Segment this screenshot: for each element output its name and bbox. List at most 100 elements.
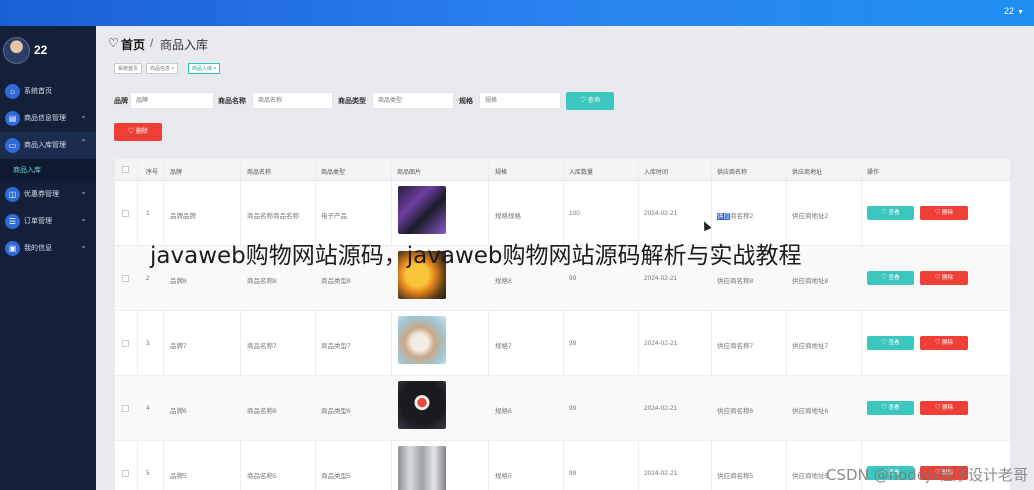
chevron-up-icon: ⌃ (80, 138, 87, 147)
view-button[interactable]: ♡ 查看 (867, 271, 914, 285)
cell-brand: 品牌品牌 (170, 213, 196, 220)
order-icon: ☰ (5, 214, 20, 229)
row-checkbox[interactable] (122, 275, 129, 282)
ticket-icon: ◫ (5, 187, 20, 202)
sidebar-item-home[interactable]: ⌂ 系统首页 (0, 78, 96, 105)
row-checkbox[interactable] (122, 470, 129, 477)
brand-label: 品牌 (114, 98, 128, 105)
search-bar: 品牌 商品名称 商品类型 规格 ♡ 查询 (97, 90, 1034, 114)
spec-input[interactable] (479, 92, 561, 109)
home-icon: ⌂ (5, 84, 20, 99)
cell-no: 2 (146, 275, 150, 282)
cell-address: 供应商地址7 (792, 343, 829, 350)
sidebar-item-stock-in-manage[interactable]: ▭ 商品入库管理 ⌃ (0, 132, 96, 159)
sidebar: 22 ⌂ 系统首页 ▤ 商品信息管理 ⌄ ▭ 商品入库管理 ⌃ 商品入库 ◫ 优… (0, 26, 96, 490)
chevron-down-icon: ⌄ (80, 111, 87, 120)
cell-supplier: 供应商名称5 (717, 473, 754, 480)
sidebar-item-label: 订单管理 (24, 218, 52, 225)
sidebar-item-orders[interactable]: ☰ 订单管理 ⌄ (0, 208, 96, 235)
product-image (398, 316, 446, 364)
sidebar-item-label: 优惠券管理 (24, 191, 59, 198)
col-type: 商品类型 (321, 170, 346, 176)
cell-supplier: 供应商名称8 (717, 278, 754, 285)
table-row: 4 品牌6 商品名称6 商品类型6 规格6 99 2024-02-21 供应商名… (115, 376, 1010, 441)
selected-text: 供应 (717, 213, 730, 220)
sidebar-item-label: 商品入库管理 (24, 142, 66, 149)
cell-qty: 99 (569, 275, 577, 282)
cell-supplier: 供应商名称2 (717, 210, 753, 220)
delete-button[interactable]: ♡ 删除 (920, 271, 968, 285)
batch-delete-button[interactable]: ♡ 删除 (114, 123, 162, 141)
delete-button[interactable]: ♡ 删除 (920, 401, 968, 415)
col-no: 序号 (146, 170, 159, 176)
col-name: 商品名称 (247, 170, 272, 176)
sidebar-item-coupons[interactable]: ◫ 优惠券管理 ⌄ (0, 181, 96, 208)
row-checkbox[interactable] (122, 210, 129, 217)
user-menu-name: 22 (1004, 6, 1015, 16)
brand-input[interactable] (130, 92, 214, 109)
name-label: 商品名称 (218, 98, 246, 105)
product-image (398, 446, 446, 490)
sidebar-item-stock-in[interactable]: 商品入库 (0, 159, 96, 181)
col-brand: 品牌 (170, 170, 183, 176)
cell-date: 2024-02-21 (644, 275, 678, 282)
cell-qty: 99 (569, 405, 577, 412)
cell-name: 商品名称7 (247, 343, 277, 350)
cell-address: 供应商地址2 (792, 213, 829, 220)
watermark: CSDN @nodejs程序设计老哥 (826, 466, 1028, 484)
row-checkbox[interactable] (122, 405, 129, 412)
table-row: 3 品牌7 商品名称7 商品类型7 规格7 99 2024-02-21 供应商名… (115, 311, 1010, 376)
cell-type: 电子产品 (321, 213, 347, 220)
type-input[interactable] (372, 92, 454, 109)
user-menu[interactable]: 22 ▼ (1004, 6, 1024, 16)
col-date: 入库时间 (644, 170, 669, 176)
cell-name: 商品名称5 (247, 473, 277, 480)
heart-icon: ♡ (108, 36, 119, 50)
cell-no: 3 (146, 340, 150, 347)
cell-type: 商品类型8 (321, 278, 351, 285)
cell-name: 商品名称6 (247, 408, 277, 415)
tag-product-info[interactable]: 商品信息 × (146, 63, 179, 74)
type-label: 商品类型 (338, 98, 366, 105)
sidebar-nav: ⌂ 系统首页 ▤ 商品信息管理 ⌄ ▭ 商品入库管理 ⌃ 商品入库 ◫ 优惠券管… (0, 78, 96, 262)
col-image: 商品图片 (397, 170, 422, 176)
view-button[interactable]: ♡ 查看 (867, 401, 914, 415)
delete-button[interactable]: ♡ 删除 (920, 206, 968, 220)
cell-brand: 品牌6 (170, 408, 187, 415)
cell-spec: 规格5 (495, 473, 512, 480)
chevron-down-icon: ⌄ (80, 241, 87, 250)
sidebar-item-label: 我的信息 (24, 245, 52, 252)
col-address: 供应商地址 (792, 170, 823, 176)
cell-brand: 品牌7 (170, 343, 187, 350)
sidebar-item-label: 商品信息管理 (24, 115, 66, 122)
product-image (398, 381, 446, 429)
tag-home[interactable]: 系统首页 (114, 63, 143, 74)
view-button[interactable]: ♡ 查看 (867, 206, 914, 220)
sidebar-item-my-info[interactable]: ▣ 我的信息 ⌄ (0, 235, 96, 262)
select-all-checkbox[interactable] (122, 166, 129, 173)
sidebar-item-label: 系统首页 (24, 88, 52, 95)
tag-stock-in[interactable]: 商品入库 × (188, 63, 221, 74)
top-bar: 22 ▼ (0, 0, 1034, 26)
cell-qty: 100 (569, 210, 580, 217)
delete-button[interactable]: ♡ 删除 (920, 336, 968, 350)
view-button[interactable]: ♡ 查看 (867, 336, 914, 350)
name-input[interactable] (252, 92, 333, 109)
cell-type: 商品类型6 (321, 408, 351, 415)
query-button[interactable]: ♡ 查询 (566, 92, 614, 110)
row-checkbox[interactable] (122, 340, 129, 347)
product-image (398, 186, 446, 234)
col-qty: 入库数量 (569, 170, 594, 176)
cell-qty: 99 (569, 340, 577, 347)
cell-spec: 规格7 (495, 343, 512, 350)
sidebar-item-product-info[interactable]: ▤ 商品信息管理 ⌄ (0, 105, 96, 132)
cell-qty: 99 (569, 470, 577, 477)
chevron-down-icon: ⌄ (80, 187, 87, 196)
cell-brand: 品牌8 (170, 278, 187, 285)
breadcrumb-home[interactable]: 首页 (121, 36, 145, 53)
cell-date: 2024-02-21 (644, 470, 678, 477)
cell-no: 5 (146, 470, 150, 477)
cell-date: 2024-02-21 (644, 405, 678, 412)
cell-date: 2024-02-21 (644, 340, 678, 347)
chevron-down-icon: ⌄ (80, 214, 87, 223)
